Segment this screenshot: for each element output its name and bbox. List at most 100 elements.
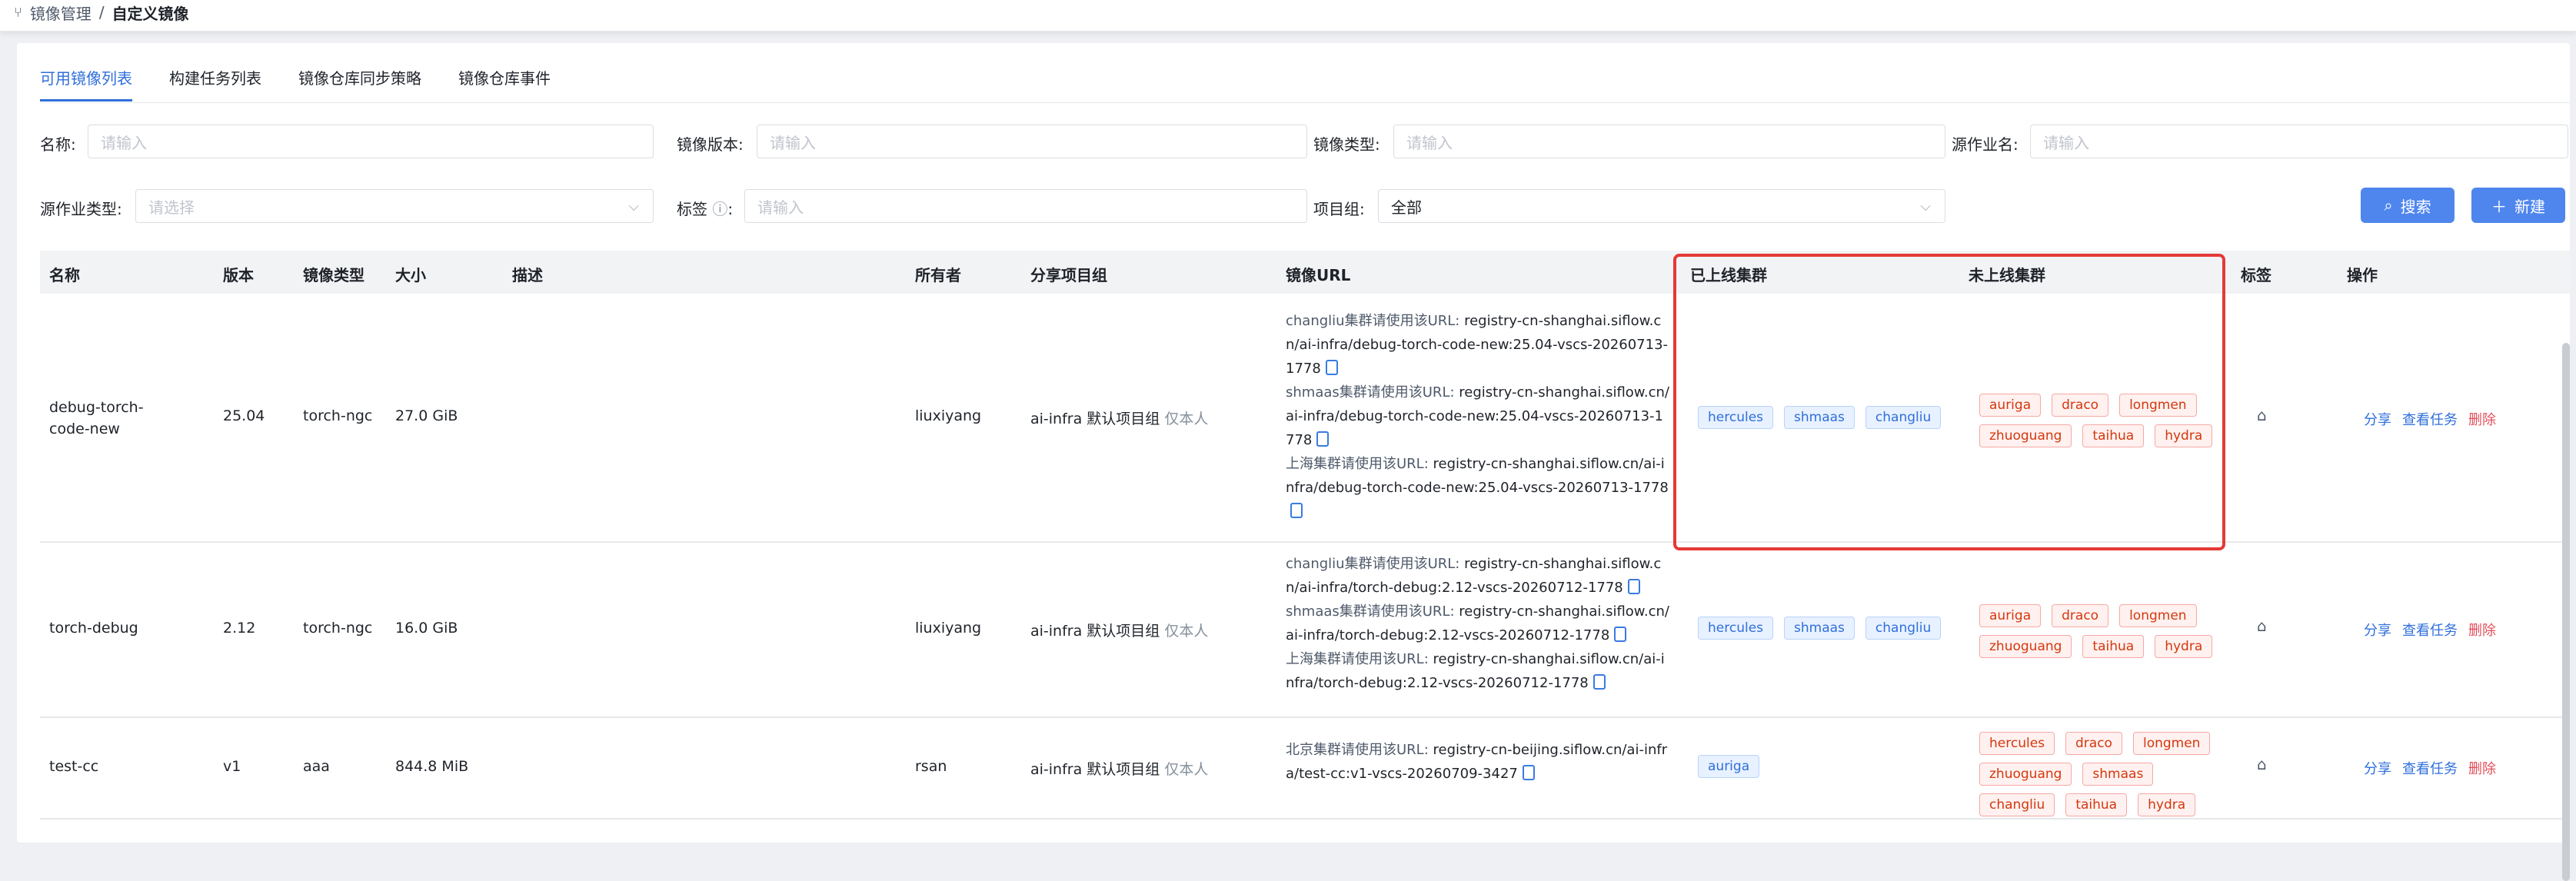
tab-repo-events[interactable]: 镜像仓库事件 <box>458 66 551 101</box>
breadcrumb-parent[interactable]: 镜像管理 <box>30 2 92 24</box>
cluster-tag: hercules <box>1979 732 2055 755</box>
online-clusters: hercules shmaas changliu <box>1698 617 1952 640</box>
name-filter-input[interactable]: 请输入 <box>88 125 654 158</box>
copy-icon[interactable] <box>1290 503 1303 518</box>
col-size: 大小 <box>395 266 426 284</box>
share-group: ai-infra 默认项目组 仅本人 <box>1030 620 1208 640</box>
type-filter-input[interactable]: 请输入 <box>1393 125 1945 158</box>
cluster-tag: shmaas <box>1784 406 1855 429</box>
copy-icon[interactable] <box>1593 674 1606 690</box>
tab-divider <box>40 102 2570 103</box>
cluster-tag: zhuoguang <box>1979 424 2072 447</box>
copy-icon[interactable] <box>1325 360 1338 375</box>
main-panel: 可用镜像列表 构建任务列表 镜像仓库同步策略 镜像仓库事件 名称: 请输入 镜像… <box>17 43 2570 881</box>
url-prefix: shmaas集群请使用该URL: <box>1286 603 1455 620</box>
cluster-tag: auriga <box>1979 604 2042 627</box>
url-prefix: 北京集群请使用该URL: <box>1286 742 1429 758</box>
tag-filter-label: 标签 ⓘ: <box>677 200 734 218</box>
share-group-note: 仅本人 <box>1164 761 1209 778</box>
search-button[interactable]: ⌕ 搜索 <box>2361 188 2455 223</box>
image-owner: rsan <box>915 758 947 775</box>
tab-bar: 可用镜像列表 构建任务列表 镜像仓库同步策略 镜像仓库事件 <box>40 66 551 101</box>
tag-icon[interactable]: ⌂ <box>2257 617 2267 635</box>
project-filter-label: 项目组: <box>1313 200 1365 218</box>
source-job-filter-input[interactable]: 请输入 <box>2030 125 2568 158</box>
tab-build-tasks[interactable]: 构建任务列表 <box>169 66 261 101</box>
view-tasks-button[interactable]: 查看任务 <box>2402 758 2458 778</box>
url-prefix: 上海集群请使用该URL: <box>1286 651 1429 667</box>
image-type: torch-ngc <box>303 620 373 637</box>
delete-button[interactable]: 删除 <box>2468 758 2496 778</box>
table-header: 名称 版本 镜像类型 大小 描述 所有者 分享项目组 镜像URL 已上线集群 未… <box>40 251 2570 294</box>
col-description: 描述 <box>512 266 543 284</box>
url-prefix: 上海集群请使用该URL: <box>1286 456 1429 472</box>
copy-icon[interactable] <box>1627 579 1640 594</box>
share-group-name: ai-infra 默认项目组 <box>1030 411 1160 427</box>
project-filter-select[interactable]: 全部 ⌵ <box>1378 189 1945 223</box>
share-group-note: 仅本人 <box>1164 411 1209 427</box>
breadcrumb-separator: / <box>98 3 105 22</box>
cluster-tag: shmaas <box>1784 617 1855 640</box>
row-actions: 分享 查看任务 删除 <box>2364 758 2496 778</box>
view-tasks-button[interactable]: 查看任务 <box>2402 409 2458 429</box>
share-button[interactable]: 分享 <box>2364 620 2391 640</box>
cluster-tag: draco <box>2052 394 2109 417</box>
share-button[interactable]: 分享 <box>2364 758 2391 778</box>
tab-sync-policy[interactable]: 镜像仓库同步策略 <box>298 66 421 101</box>
url-prefix: shmaas集群请使用该URL: <box>1286 384 1455 401</box>
copy-icon[interactable] <box>1522 765 1535 780</box>
chevron-down-icon: ⌵ <box>1920 198 1931 214</box>
row-divider <box>40 541 2570 543</box>
tab-available-images[interactable]: 可用镜像列表 <box>40 66 132 101</box>
cluster-tag: shmaas <box>2082 763 2154 786</box>
search-button-label: 搜索 <box>2400 197 2431 216</box>
cluster-tag: taihua <box>2065 793 2128 816</box>
image-url-list: changliu集群请使用该URL: registry-cn-shanghai.… <box>1286 552 1670 695</box>
version-filter-input[interactable]: 请输入 <box>757 125 1307 158</box>
delete-button[interactable]: 删除 <box>2468 409 2496 429</box>
new-button[interactable]: ＋ 新建 <box>2471 188 2565 223</box>
url-entry: changliu集群请使用该URL: registry-cn-shanghai.… <box>1286 552 1670 600</box>
online-clusters: auriga <box>1698 755 1952 778</box>
cluster-tag: changliu <box>1979 793 2055 816</box>
cluster-tag: taihua <box>2082 635 2145 658</box>
col-owner: 所有者 <box>915 266 961 284</box>
delete-button[interactable]: 删除 <box>2468 620 2496 640</box>
type-filter-placeholder: 请输入 <box>1406 133 1453 152</box>
tag-filter-input[interactable]: 请输入 <box>744 189 1307 223</box>
col-offline-clusters: 未上线集群 <box>1969 266 2045 284</box>
col-share-group: 分享项目组 <box>1030 266 1107 284</box>
tag-icon[interactable]: ⌂ <box>2257 755 2267 773</box>
image-version: 25.04 <box>223 407 265 424</box>
tag-filter-placeholder: 请输入 <box>757 198 804 217</box>
copy-icon[interactable] <box>1614 627 1627 642</box>
offline-clusters: auriga draco longmen zhuoguang taihua hy… <box>1979 394 2218 447</box>
online-clusters: hercules shmaas changliu <box>1698 406 1952 429</box>
image-name: torch-debug <box>49 620 138 637</box>
cluster-tag: changliu <box>1865 617 1942 640</box>
col-online-clusters: 已上线集群 <box>1690 266 1767 284</box>
share-group: ai-infra 默认项目组 仅本人 <box>1030 407 1208 428</box>
source-job-type-select[interactable]: 请选择 ⌵ <box>135 189 654 223</box>
col-type: 镜像类型 <box>303 266 364 284</box>
col-name: 名称 <box>49 266 80 284</box>
cluster-tag: longmen <box>2119 394 2197 417</box>
cluster-tag: hydra <box>2155 424 2213 447</box>
view-tasks-button[interactable]: 查看任务 <box>2402 620 2458 640</box>
tag-icon[interactable]: ⌂ <box>2257 406 2267 424</box>
share-group-name: ai-infra 默认项目组 <box>1030 761 1160 778</box>
help-circle-icon[interactable]: ⓘ <box>712 200 727 218</box>
share-button[interactable]: 分享 <box>2364 409 2391 429</box>
tag-filter-label-text: 标签 <box>677 200 707 218</box>
vertical-scrollbar[interactable] <box>2562 343 2570 881</box>
copy-icon[interactable] <box>1316 431 1330 447</box>
url-entry: 北京集群请使用该URL: registry-cn-beijing.siflow.… <box>1286 738 1670 786</box>
image-type: aaa <box>303 758 330 775</box>
url-entry: shmaas集群请使用该URL: registry-cn-shanghai.si… <box>1286 600 1670 647</box>
top-bar: ⑂ 镜像管理 / 自定义镜像 <box>0 0 2576 32</box>
url-entry: changliu集群请使用该URL: registry-cn-shanghai.… <box>1286 309 1670 381</box>
col-url: 镜像URL <box>1286 266 1351 284</box>
cluster-tag: draco <box>2065 732 2122 755</box>
source-job-type-placeholder: 请选择 <box>148 198 195 217</box>
url-prefix: changliu集群请使用该URL: <box>1286 313 1460 329</box>
